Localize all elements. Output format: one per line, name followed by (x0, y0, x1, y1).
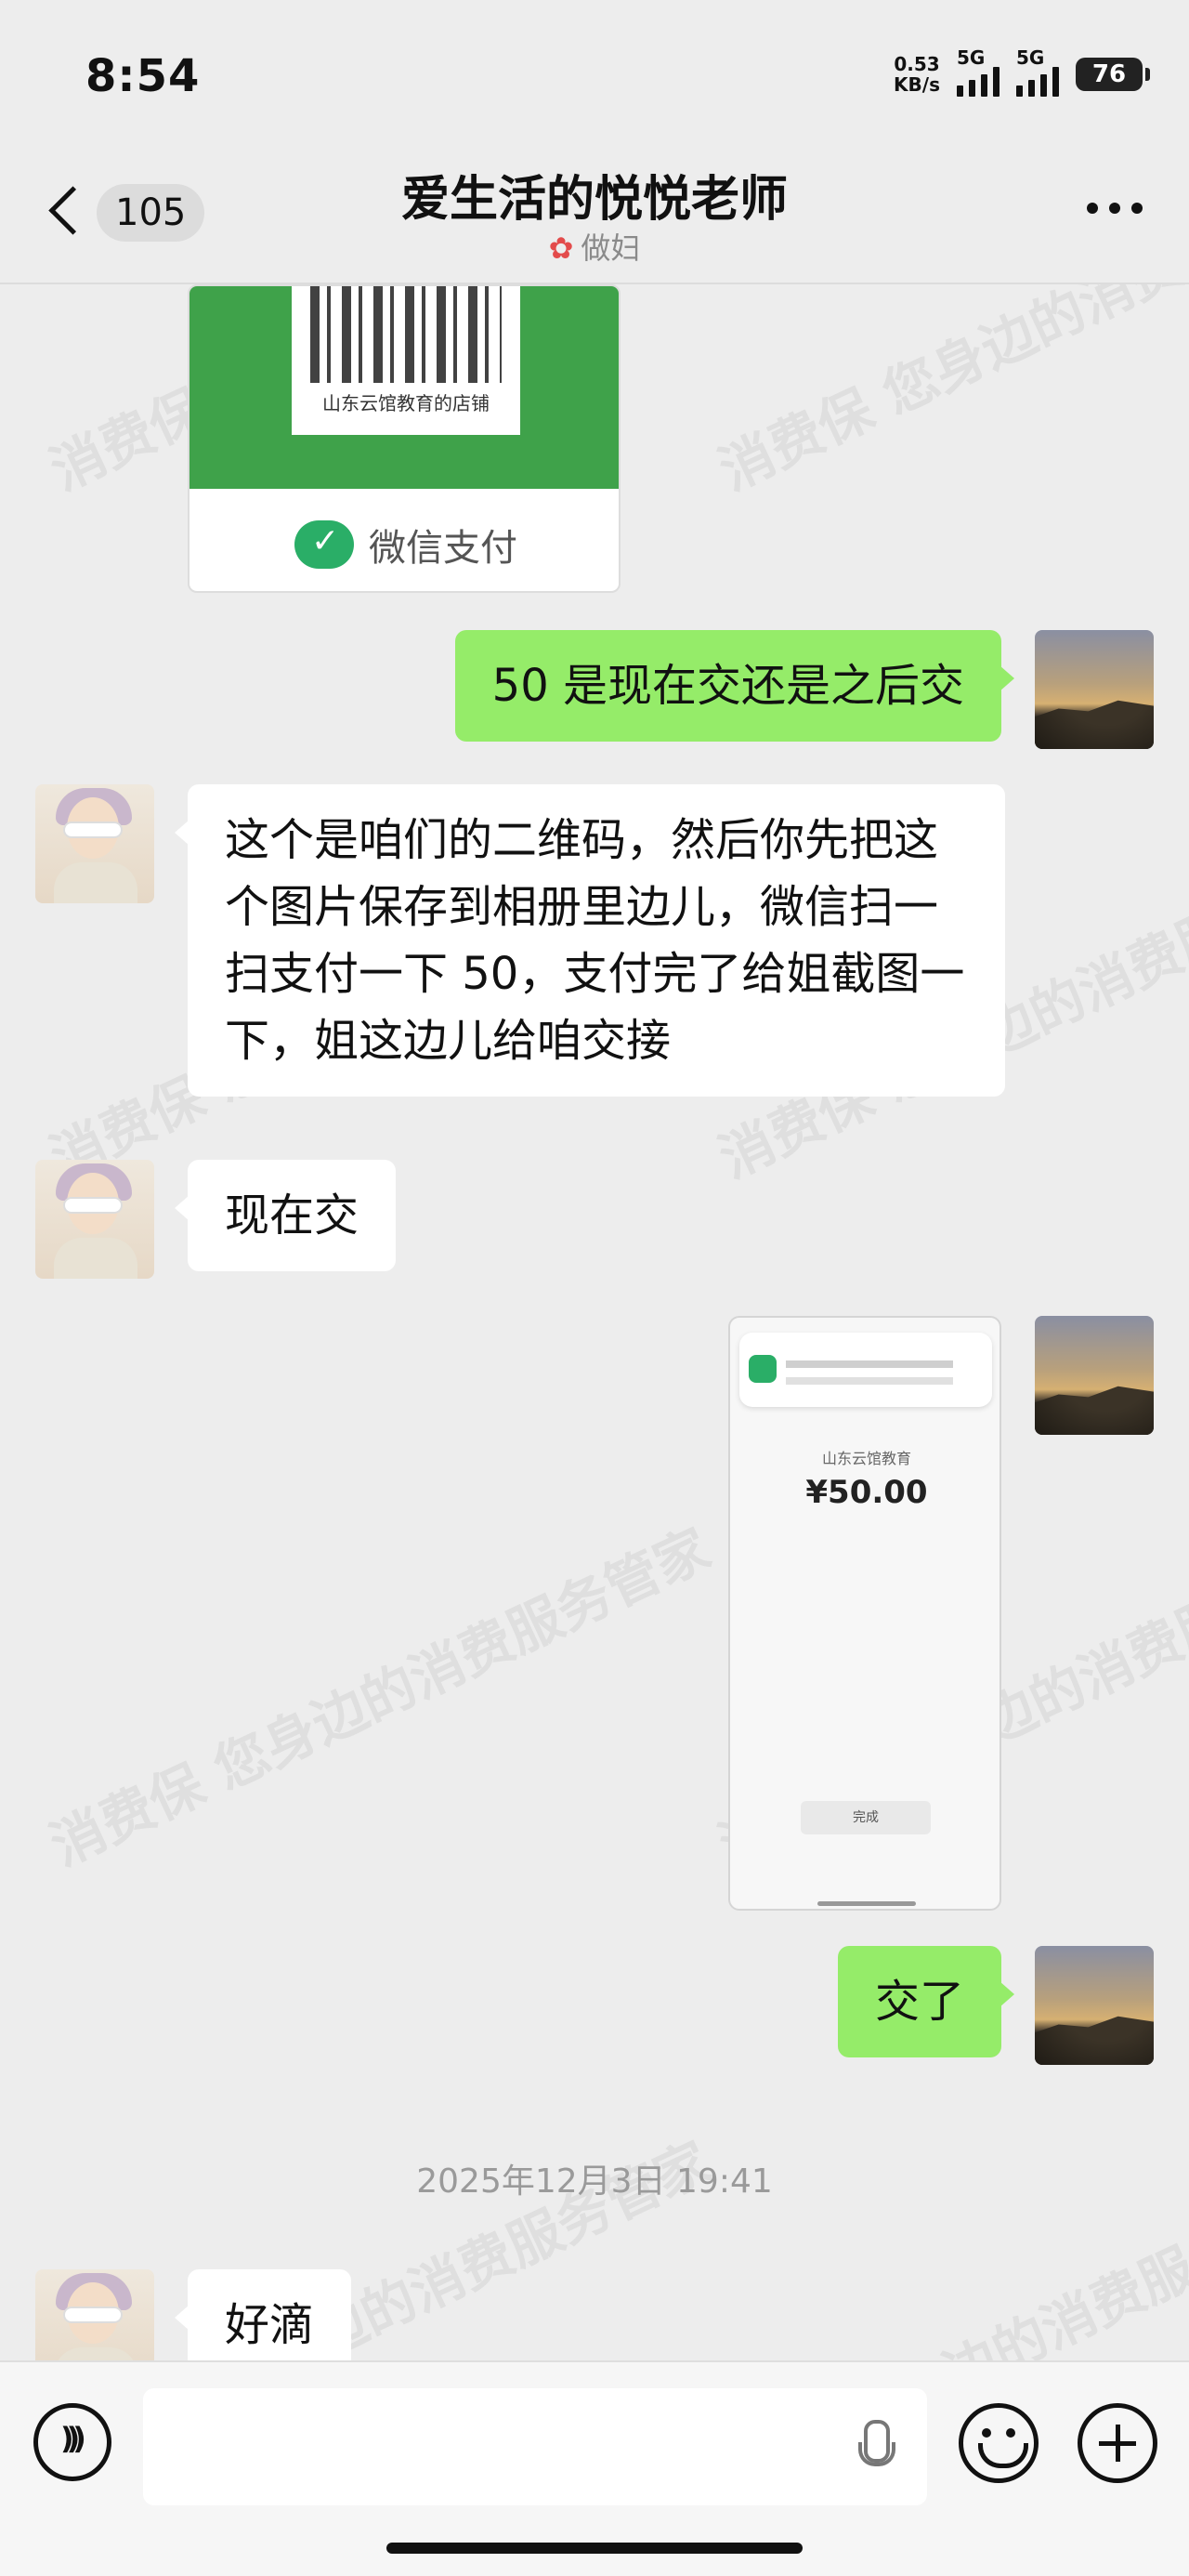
status-icons: 0.53 KB/s 5G 5G 76 (894, 46, 1150, 97)
emoji-icon[interactable] (959, 2403, 1039, 2483)
self-avatar[interactable] (1035, 1946, 1154, 2065)
self-avatar[interactable] (1035, 1316, 1154, 1435)
signal-icon: 5G (1016, 46, 1059, 97)
status-bar: 8:54 0.53 KB/s 5G 5G 76 (0, 0, 1189, 139)
chat-subtitle: ✿ 做妇 (0, 225, 1189, 268)
microphone-icon[interactable] (855, 2420, 895, 2479)
message-bubble-incoming[interactable]: 好滴 (174, 2269, 352, 2360)
message-list[interactable]: 山东云馆教育的店铺 微信支付 50 是现在交还是之后交 这个是咱们的二维码，然后… (0, 284, 1189, 2360)
payment-done-button: 完成 (801, 1801, 931, 1834)
voice-input-icon[interactable] (33, 2403, 111, 2481)
wechat-pay-text: 微信支付 (369, 527, 517, 570)
payment-shop-name: 山东云馆教育 (821, 1450, 911, 1467)
payment-amount: ¥50.00 (805, 1474, 928, 1511)
qr-code-icon (310, 286, 502, 383)
flower-icon: ✿ (548, 230, 574, 266)
wechat-pay-caption: 微信支付 (189, 496, 619, 591)
message-input[interactable] (143, 2388, 927, 2505)
message-timestamp: 2025年12月3日 19:41 (416, 2162, 773, 2201)
chat-subtitle-text: 做妇 (581, 230, 641, 266)
contact-avatar[interactable] (35, 2269, 154, 2360)
home-indicator[interactable] (386, 2543, 803, 2554)
signal-icon: 5G (957, 46, 1000, 97)
chat-header: 105 爱生活的悦悦老师 ✿ 做妇 (0, 139, 1189, 284)
notification-banner (739, 1333, 992, 1407)
qr-code-image[interactable]: 山东云馆教育的店铺 微信支付 (188, 284, 621, 593)
contact-avatar[interactable] (35, 1160, 154, 1279)
message-bubble-incoming[interactable]: 这个是咱们的二维码，然后你先把这个图片保存到相册里边儿，微信扫一扫支付一下 50… (175, 784, 1005, 1097)
network-speed-unit: KB/s (894, 73, 940, 96)
message-bubble-incoming[interactable]: 现在交 (174, 1160, 397, 1271)
network-speed: 0.53 KB/s (894, 54, 940, 95)
signal-label: 5G (1016, 46, 1045, 69)
signal-label: 5G (957, 46, 986, 69)
self-avatar[interactable] (1035, 630, 1154, 749)
add-icon[interactable] (1078, 2403, 1157, 2483)
more-options-icon[interactable] (1087, 203, 1143, 214)
message-bubble-outgoing[interactable]: 交了 (837, 1946, 1015, 2057)
contact-avatar[interactable] (35, 784, 154, 903)
home-bar (817, 1901, 916, 1906)
qr-shop-name: 山东云馆教育的店铺 (322, 392, 490, 414)
battery-icon: 76 (1076, 58, 1150, 91)
status-time: 8:54 (85, 50, 201, 102)
message-bubble-outgoing[interactable]: 50 是现在交还是之后交 (454, 630, 1015, 742)
payment-screenshot-image[interactable]: 山东云馆教育 ¥50.00 完成 (728, 1316, 1001, 1911)
network-speed-value: 0.53 (894, 53, 940, 75)
wechat-pay-icon (294, 520, 354, 569)
chat-title: 爱生活的悦悦老师 (400, 172, 788, 228)
